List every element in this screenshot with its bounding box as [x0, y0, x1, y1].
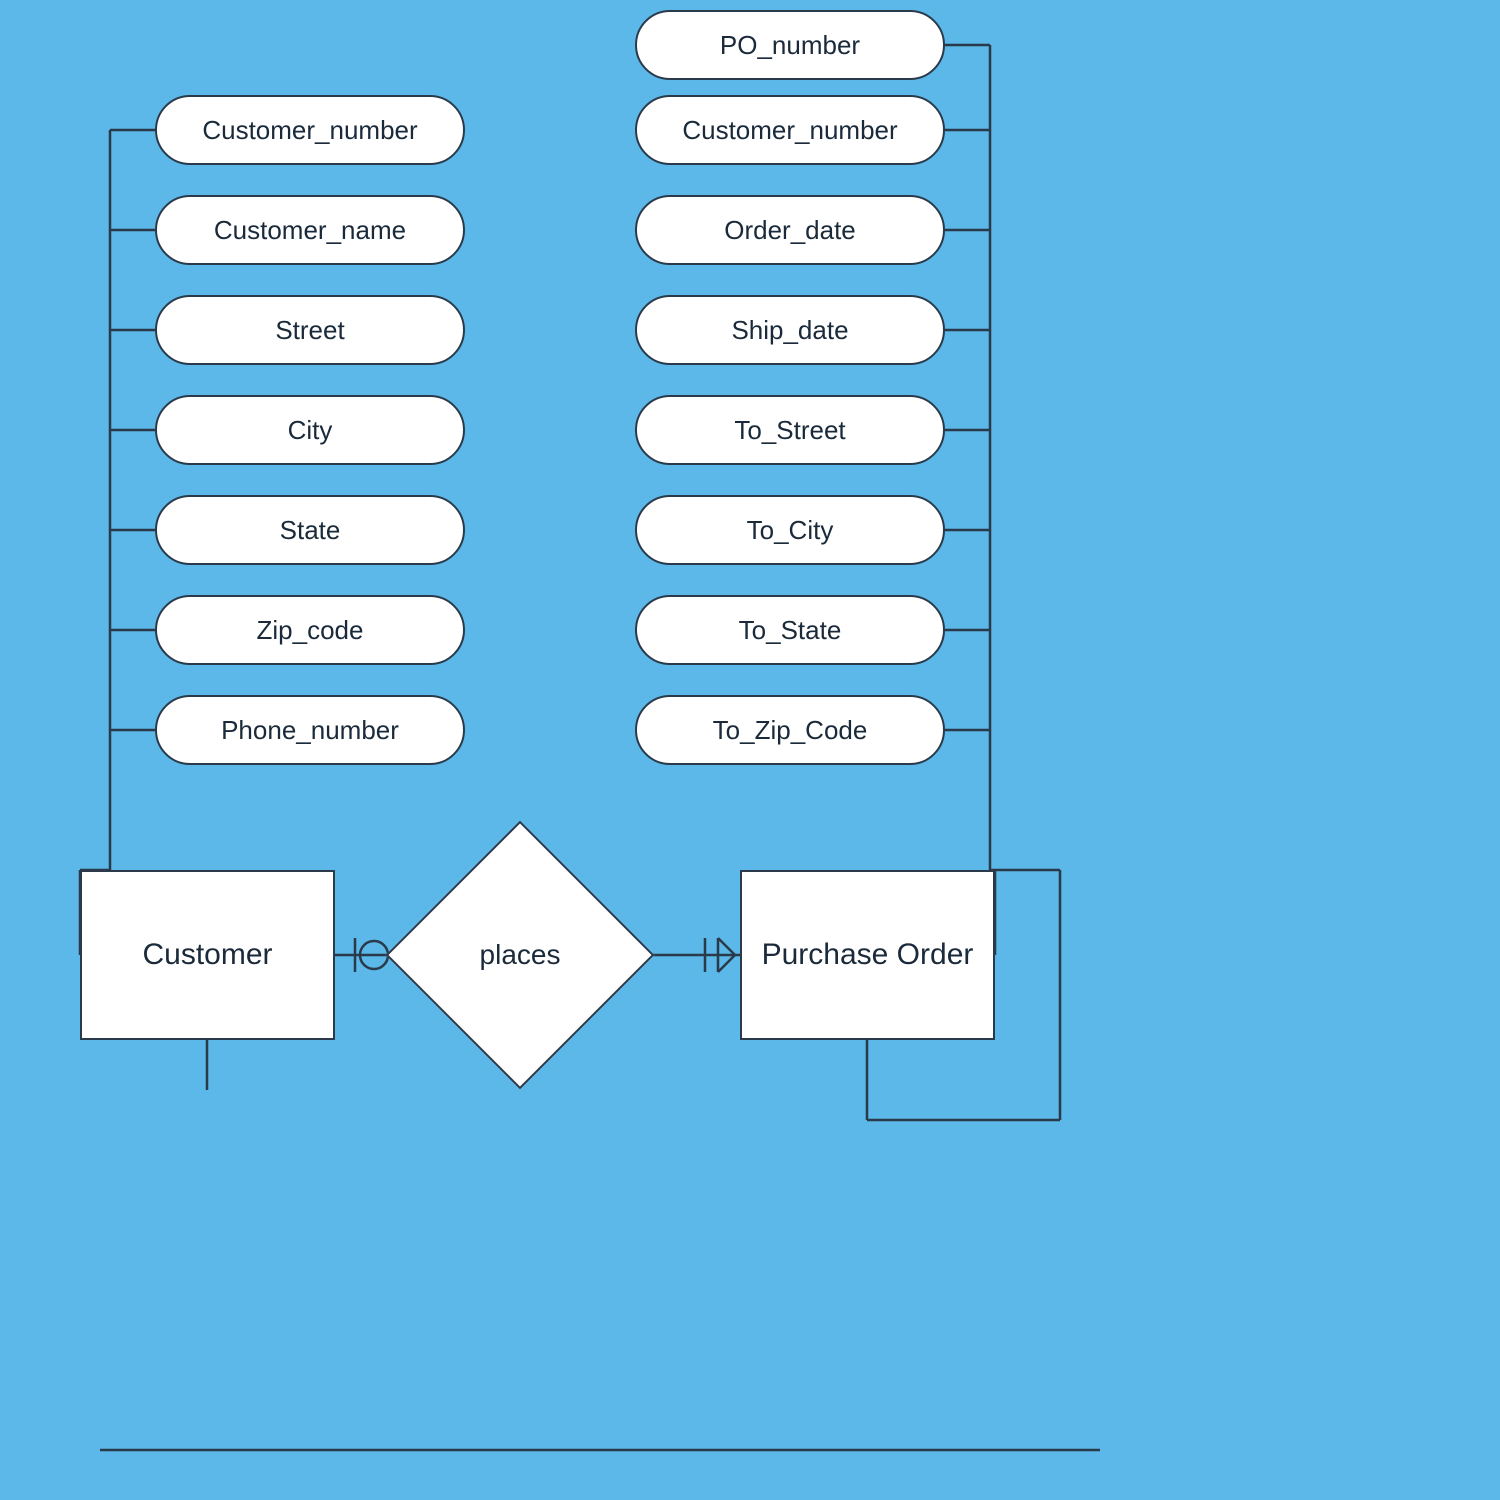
attr-ship-date: Ship_date: [635, 295, 945, 365]
attr-street: Street: [155, 295, 465, 365]
attr-ord-customer-number: Customer_number: [635, 95, 945, 165]
attr-city: City: [155, 395, 465, 465]
attr-to-city: To_City: [635, 495, 945, 565]
po-crow-bottom: [718, 955, 735, 972]
po-crow-top: [718, 938, 735, 955]
relationship-places: places: [420, 855, 620, 1055]
entity-customer: Customer: [80, 870, 335, 1040]
attr-po-number: PO_number: [635, 10, 945, 80]
attr-state: State: [155, 495, 465, 565]
relationship-label: places: [480, 939, 561, 971]
attr-to-street: To_Street: [635, 395, 945, 465]
attr-phone-number: Phone_number: [155, 695, 465, 765]
attr-to-zip: To_Zip_Code: [635, 695, 945, 765]
diagram-container: Customer_number Customer_name Street Cit…: [0, 0, 1500, 1500]
attr-to-state: To_State: [635, 595, 945, 665]
entity-purchase-order: Purchase Order: [740, 870, 995, 1040]
attr-zip-code: Zip_code: [155, 595, 465, 665]
attr-customer-name: Customer_name: [155, 195, 465, 265]
attr-customer-number: Customer_number: [155, 95, 465, 165]
attr-order-date: Order_date: [635, 195, 945, 265]
